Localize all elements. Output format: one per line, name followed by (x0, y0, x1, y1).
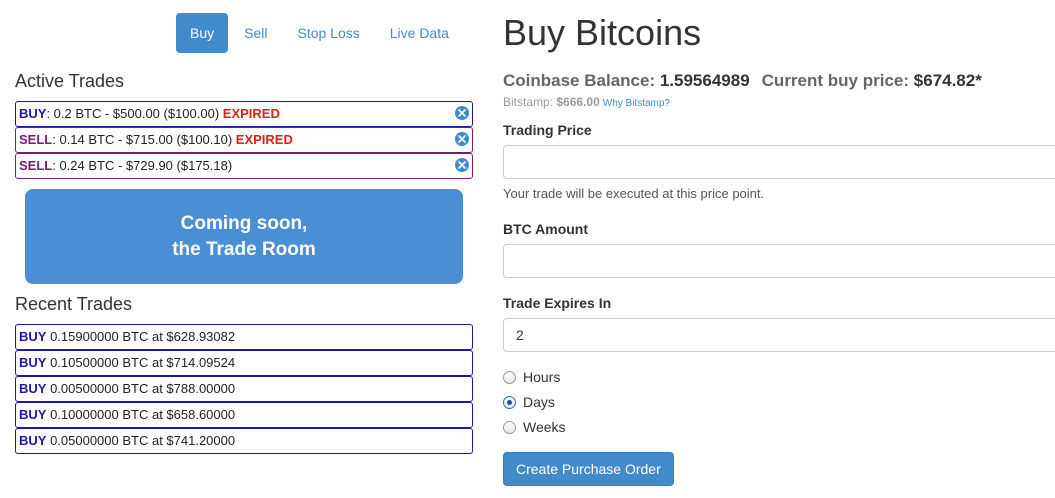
trade-kind: BUY (19, 381, 47, 396)
active-trades-title: Active Trades (15, 71, 125, 91)
btc-amount-label: BTC Amount (503, 221, 589, 237)
trade-detail: 0.10500000 BTC at $714.09524 (46, 355, 236, 370)
recent-trade-row: BUY 0.10500000 BTC at $714.09524 (15, 350, 473, 376)
trade-kind: BUY (19, 433, 47, 448)
trade-kind: BUY (19, 106, 47, 121)
trade-room-line1: Coming soon, (180, 212, 308, 234)
recent-trade-row: BUY 0.10000000 BTC at $658.60000 (15, 402, 473, 428)
trade-status: EXPIRED (222, 106, 280, 121)
bitstamp-line: Bitstamp: $666.00 Why Bitstamp? (503, 95, 670, 109)
price-label: Current buy price: (761, 71, 914, 90)
trade-detail: : 0.24 BTC - $729.90 ($175.18) (52, 158, 233, 173)
bitstamp-label: Bitstamp: (503, 95, 557, 109)
trade-expires-input[interactable] (503, 318, 1055, 352)
active-trade-row: SELL: 0.24 BTC - $729.90 ($175.18) (15, 153, 473, 179)
radio-label: Days (523, 394, 555, 410)
trade-detail: 0.10000000 BTC at $658.60000 (46, 407, 236, 422)
radio-label: Hours (523, 369, 561, 385)
trade-room-line2: the Trade Room (172, 238, 316, 260)
trade-detail: 0.15900000 BTC at $628.93082 (46, 329, 236, 344)
recent-trades-list: BUY 0.15900000 BTC at $628.93082 BUY 0.1… (15, 324, 473, 454)
recent-trade-row: BUY 0.00500000 BTC at $788.00000 (15, 376, 473, 402)
balance-value: 1.59564989 (659, 71, 750, 90)
trade-detail: : 0.14 BTC - $715.00 ($100.10) (52, 132, 236, 147)
price-value: $674.82* (913, 71, 982, 90)
radio-hours[interactable]: Hours (503, 369, 560, 385)
recent-trade-row: BUY 0.05000000 BTC at $741.20000 (15, 428, 473, 454)
trading-price-label: Trading Price (503, 122, 592, 138)
radio-button[interactable] (503, 370, 516, 384)
balance-label: Coinbase Balance: (503, 71, 660, 90)
radio-days[interactable]: Days (503, 394, 555, 410)
trading-price-help: Your trade will be executed at this pric… (503, 186, 765, 201)
trade-kind: SELL (19, 132, 53, 147)
why-bitstamp-link[interactable]: Why Bitstamp? (603, 98, 670, 109)
remove-trade-icon[interactable] (455, 158, 469, 172)
remove-trade-icon[interactable] (455, 132, 469, 146)
tab-buy[interactable]: Buy (176, 13, 229, 53)
radio-button[interactable] (503, 420, 516, 434)
trade-kind: SELL (19, 158, 53, 173)
tab-sell[interactable]: Sell (230, 13, 281, 53)
trade-nav: Buy Sell Stop Loss Live Data (176, 13, 465, 53)
trade-kind: BUY (19, 407, 47, 422)
bitstamp-value: $666.00 (556, 95, 600, 109)
trade-detail: 0.00500000 BTC at $788.00000 (46, 381, 236, 396)
trade-detail: 0.05000000 BTC at $741.20000 (46, 433, 236, 448)
radio-label: Weeks (523, 419, 566, 435)
btc-amount-input[interactable] (503, 244, 1055, 278)
trade-kind: BUY (19, 355, 47, 370)
tab-live-data[interactable]: Live Data (376, 13, 463, 53)
active-trade-row: SELL: 0.14 BTC - $715.00 ($100.10) EXPIR… (15, 127, 473, 153)
active-trade-row: BUY: 0.2 BTC - $500.00 ($100.00) EXPIRED (15, 101, 473, 127)
page-title: Buy Bitcoins (503, 12, 702, 53)
balance-line: Coinbase Balance: 1.59564989 Current buy … (503, 71, 982, 91)
trade-kind: BUY (19, 329, 47, 344)
trading-price-input[interactable] (503, 145, 1055, 179)
create-purchase-order-button[interactable]: Create Purchase Order (503, 452, 674, 486)
recent-trades-title: Recent Trades (15, 294, 133, 314)
recent-trade-row: BUY 0.15900000 BTC at $628.93082 (15, 324, 473, 350)
radio-button[interactable] (503, 395, 516, 409)
trade-detail: : 0.2 BTC - $500.00 ($100.00) (46, 106, 223, 121)
trade-status: EXPIRED (235, 132, 293, 147)
radio-weeks[interactable]: Weeks (503, 419, 566, 435)
tab-stop-loss[interactable]: Stop Loss (283, 13, 373, 53)
trade-expires-label: Trade Expires In (503, 295, 612, 311)
active-trades-list: BUY: 0.2 BTC - $500.00 ($100.00) EXPIRED… (15, 101, 473, 179)
remove-trade-icon[interactable] (455, 106, 469, 120)
trade-room-banner: Coming soon, the Trade Room (25, 189, 463, 284)
